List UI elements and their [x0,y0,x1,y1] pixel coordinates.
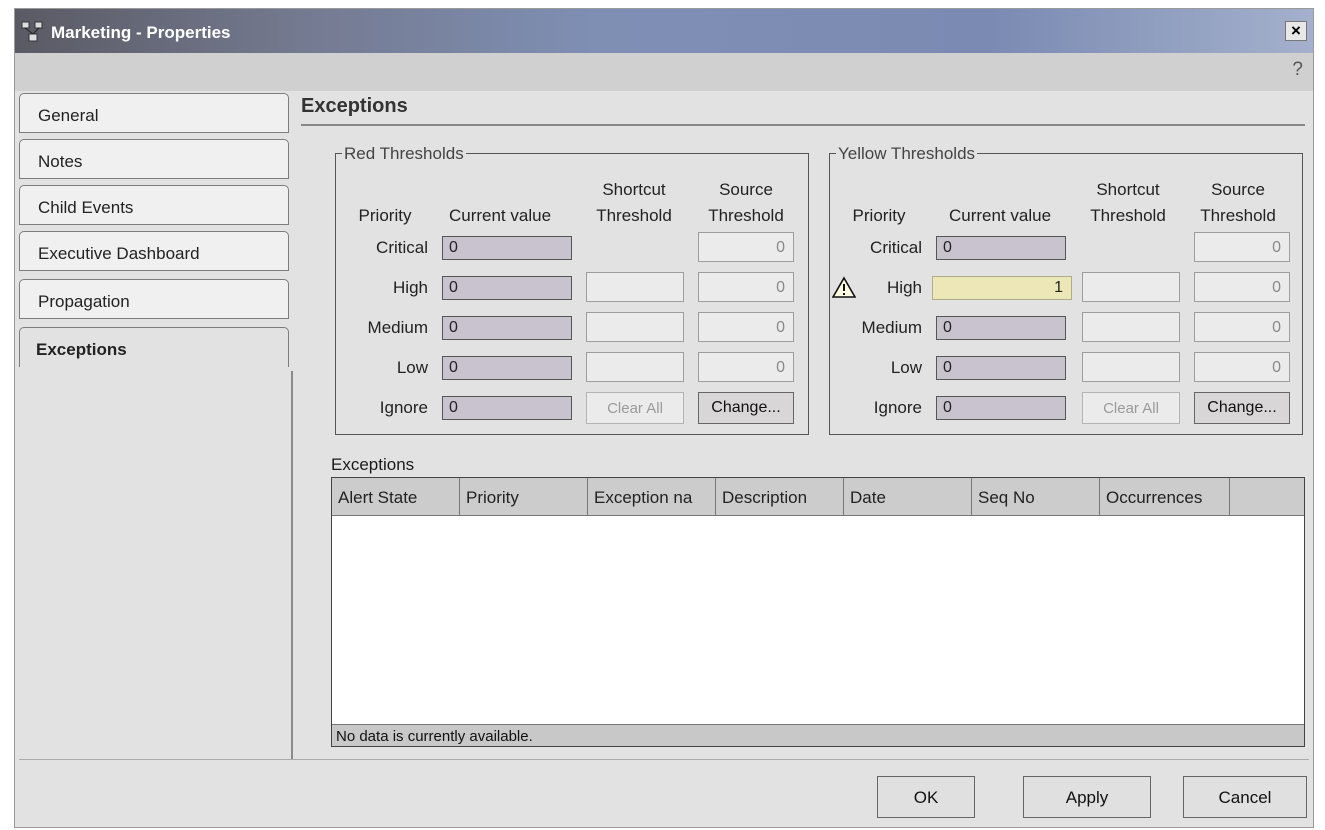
footer-divider [19,759,1309,760]
column-header-occurrences[interactable]: Occurrences [1100,478,1230,516]
priority-label-critical: Critical [870,238,922,257]
priority-header: Priority [852,206,906,225]
section-divider [301,124,1305,126]
shortcut-threshold-medium[interactable] [586,312,684,342]
tab-general[interactable]: General [19,93,289,133]
source-threshold-high[interactable]: 0 [698,272,794,302]
priority-header: Priority [358,206,412,225]
priority-label-medium: Medium [367,318,428,337]
shortcut-threshold-high[interactable] [1082,272,1180,302]
source-header-line2: Threshold [708,206,784,225]
shortcut-threshold-low[interactable] [1082,352,1180,382]
shortcut-header-line1: Shortcut [602,180,666,199]
source-threshold-low[interactable]: 0 [1194,352,1290,382]
current-value-low: 0 [936,356,1066,380]
current-value-ignore: 0 [442,396,572,420]
current-value-header: Current value [448,206,552,225]
column-header-description[interactable]: Description [716,478,844,516]
current-value-low: 0 [442,356,572,380]
shortcut-threshold-high[interactable] [586,272,684,302]
window-title: Marketing - Properties [51,23,231,42]
current-value-header: Current value [948,206,1052,225]
help-icon[interactable]: ? [1292,59,1303,81]
current-value-critical: 0 [442,236,572,260]
yellow-thresholds-legend: Yellow Thresholds [836,144,978,164]
source-threshold-critical[interactable]: 0 [1194,232,1290,262]
source-threshold-medium[interactable]: 0 [698,312,794,342]
ok-button[interactable]: OK [877,776,975,818]
column-header-seq-no[interactable]: Seq No [972,478,1100,516]
tab-propagation[interactable]: Propagation [19,279,289,319]
change-button[interactable]: Change... [698,392,794,424]
clear-all-button[interactable]: Clear All [586,392,684,424]
column-header-exception-name[interactable]: Exception na [588,478,716,516]
section-title: Exceptions [301,95,408,117]
current-value-high: 0 [442,276,572,300]
shortcut-threshold-medium[interactable] [1082,312,1180,342]
priority-label-critical: Critical [376,238,428,257]
current-value-ignore: 0 [936,396,1066,420]
priority-label-ignore: Ignore [873,398,922,417]
column-header-alert-state[interactable]: Alert State [332,478,460,516]
table-status-bar: No data is currently available. [332,724,1304,746]
priority-label-high: High [393,278,428,297]
column-header-priority[interactable]: Priority [460,478,588,516]
source-header-line1: Source [719,180,773,199]
source-threshold-high[interactable]: 0 [1194,272,1290,302]
exceptions-table: Alert State Priority Exception na Descri… [331,477,1305,747]
clear-all-button[interactable]: Clear All [1082,392,1180,424]
shortcut-threshold-low[interactable] [586,352,684,382]
source-threshold-critical[interactable]: 0 [698,232,794,262]
source-header-line1: Source [1211,180,1265,199]
current-value-critical: 0 [936,236,1066,260]
column-header-filler [1230,478,1304,516]
tab-exceptions[interactable]: Exceptions [19,327,289,367]
source-threshold-medium[interactable]: 0 [1194,312,1290,342]
tab-panel-divider [291,371,293,759]
current-value-medium: 0 [442,316,572,340]
app-icon [21,21,43,42]
change-button[interactable]: Change... [1194,392,1290,424]
yellow-thresholds-group: Yellow Thresholds Priority Current value… [829,144,1303,435]
shortcut-header-line2: Threshold [596,206,672,225]
current-value-medium: 0 [936,316,1066,340]
red-thresholds-group: Red Thresholds Priority Current value Sh… [335,144,809,435]
column-header-date[interactable]: Date [844,478,972,516]
shortcut-header-line2: Threshold [1090,206,1166,225]
priority-label-medium: Medium [861,318,922,337]
priority-label-low: Low [396,358,428,377]
tab-executive-dashboard[interactable]: Executive Dashboard [19,231,289,271]
shortcut-header-line1: Shortcut [1096,180,1160,199]
source-threshold-low[interactable]: 0 [698,352,794,382]
cancel-button[interactable]: Cancel [1183,776,1307,818]
priority-label-ignore: Ignore [379,398,428,417]
red-thresholds-legend: Red Thresholds [342,144,466,164]
close-button[interactable]: × [1285,21,1307,41]
tab-child-events[interactable]: Child Events [19,185,289,225]
apply-button[interactable]: Apply [1023,776,1151,818]
properties-dialog: Marketing - Properties × ? General Notes… [14,8,1314,828]
current-value-high: 1 [932,276,1072,300]
tab-notes[interactable]: Notes [19,139,289,179]
source-header-line2: Threshold [1200,206,1276,225]
toolbar-strip [15,53,1313,91]
priority-label-low: Low [890,358,922,377]
title-bar[interactable]: Marketing - Properties × [15,9,1313,53]
exceptions-table-label: Exceptions [331,455,415,474]
priority-label-high: High [887,278,922,297]
